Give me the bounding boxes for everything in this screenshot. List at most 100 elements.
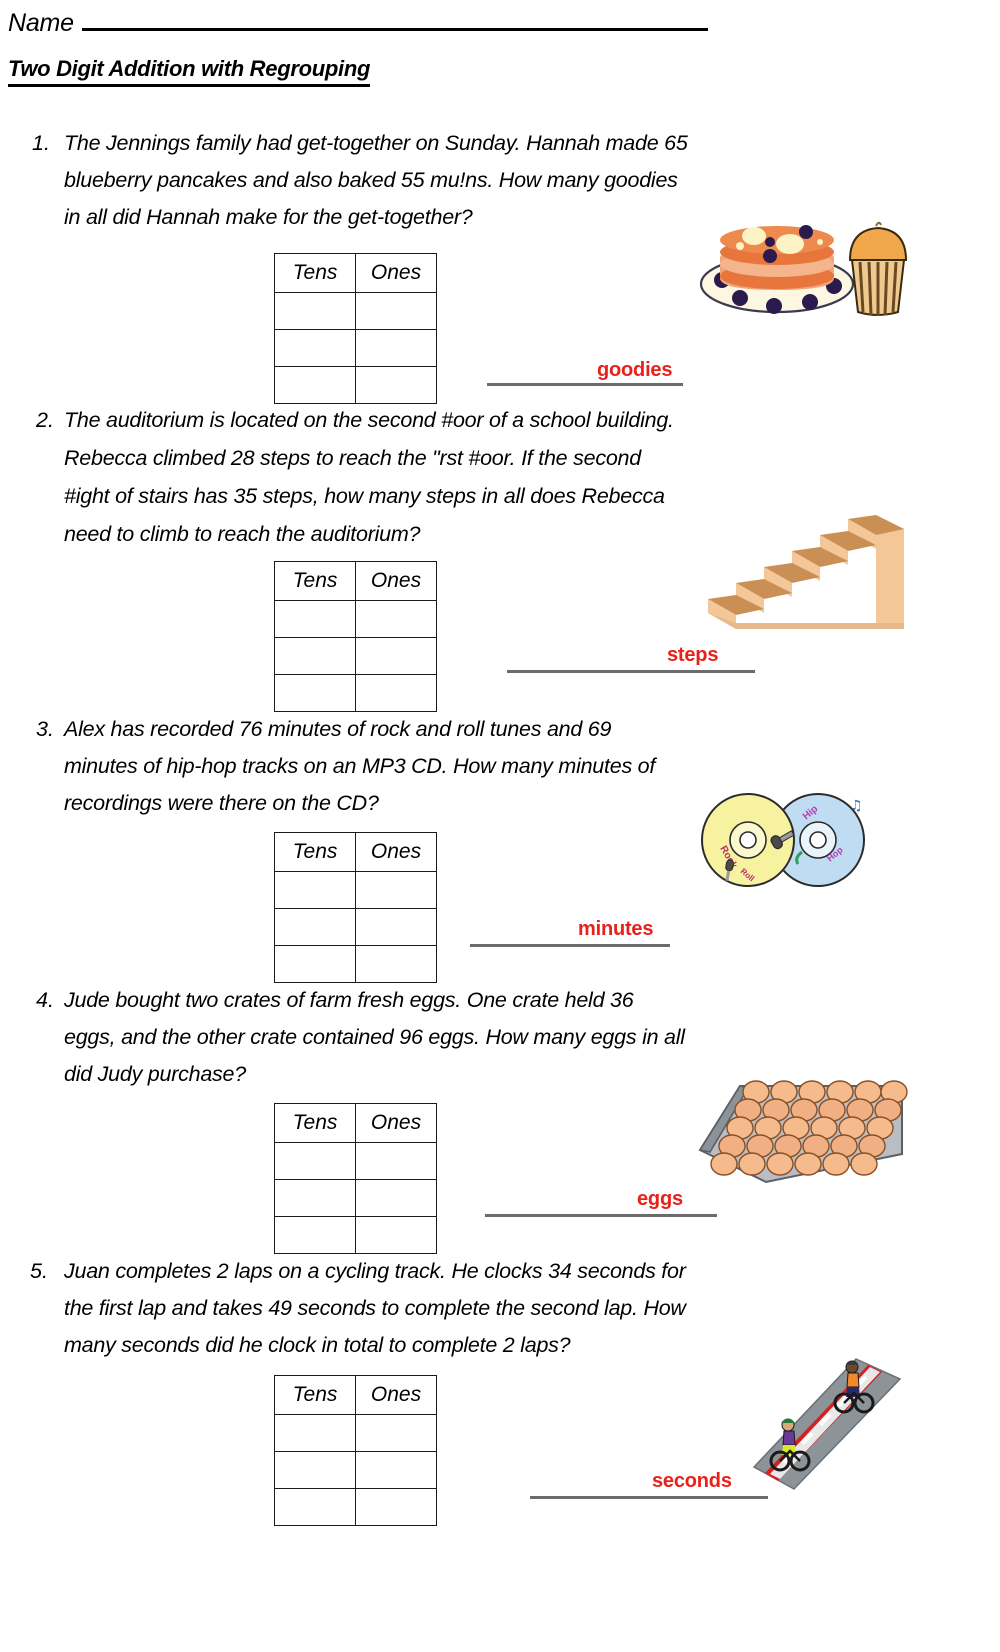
answer-rule[interactable] — [530, 1496, 768, 1499]
problem-5-line-1: Juan completes 2 laps on a cycling track… — [64, 1259, 686, 1283]
table-row[interactable] — [274, 1414, 437, 1452]
answer-blank-2[interactable]: steps — [507, 644, 755, 673]
ones-cell[interactable] — [355, 366, 437, 404]
ones-cell[interactable] — [355, 1216, 437, 1254]
table-row[interactable] — [274, 600, 437, 638]
answer-blank-5[interactable]: seconds — [530, 1470, 768, 1499]
tens-cell[interactable] — [274, 674, 356, 712]
table-row[interactable] — [274, 1142, 437, 1180]
ones-header: Ones — [355, 1103, 437, 1143]
page-title: Two Digit Addition with Regrouping — [8, 56, 370, 87]
table-header-row: Tens Ones — [274, 1375, 437, 1415]
tens-cell[interactable] — [274, 366, 356, 404]
tens-cell[interactable] — [274, 1142, 356, 1180]
stairs-clipart — [698, 505, 910, 637]
problem-1-line-1: The Jennings family had get-together on … — [64, 131, 688, 155]
tens-header: Tens — [274, 561, 356, 601]
cds-clipart: Hip Hop ♫ Rock Roll — [690, 790, 876, 888]
table-row[interactable] — [274, 945, 437, 983]
place-value-table-4[interactable]: Tens Ones — [274, 1103, 437, 1254]
cyclists-track-clipart — [748, 1355, 904, 1505]
tens-header: Tens — [274, 1375, 356, 1415]
unit-label-steps: steps — [667, 644, 719, 666]
ones-cell[interactable] — [355, 329, 437, 367]
ones-cell[interactable] — [355, 908, 437, 946]
table-header-row: Tens Ones — [274, 832, 437, 872]
ones-cell[interactable] — [355, 1451, 437, 1489]
ones-cell[interactable] — [355, 292, 437, 330]
ones-cell[interactable] — [355, 600, 437, 638]
answer-blank-4[interactable]: eggs — [485, 1188, 717, 1217]
problem-4-line-3: did Judy purchase? — [64, 1062, 246, 1086]
ones-cell[interactable] — [355, 945, 437, 983]
problem-5-line-2: the first lap and takes 49 seconds to co… — [64, 1296, 686, 1320]
problem-3-line-2: minutes of hip-hop tracks on an MP3 CD. … — [64, 754, 656, 778]
unit-label-goodies: goodies — [597, 359, 673, 381]
table-row[interactable] — [274, 1488, 437, 1526]
tens-cell[interactable] — [274, 292, 356, 330]
table-row[interactable] — [274, 1451, 437, 1489]
problem-5-number: 5. — [30, 1259, 48, 1283]
table-row[interactable] — [274, 329, 437, 367]
problem-3-line-3: recordings were there on the CD? — [64, 791, 379, 815]
ones-header: Ones — [355, 253, 437, 293]
answer-rule[interactable] — [470, 944, 670, 947]
place-value-table-2[interactable]: Tens Ones — [274, 561, 437, 712]
svg-text:♫: ♫ — [850, 798, 863, 814]
table-row[interactable] — [274, 637, 437, 675]
tens-header: Tens — [274, 253, 356, 293]
place-value-table-5[interactable]: Tens Ones — [274, 1375, 437, 1526]
table-row[interactable] — [274, 1179, 437, 1217]
tens-header: Tens — [274, 1103, 356, 1143]
tens-cell[interactable] — [274, 1414, 356, 1452]
tens-cell[interactable] — [274, 871, 356, 909]
problem-2-line-2: Rebecca climbed 28 steps to reach the "r… — [64, 446, 641, 470]
ones-cell[interactable] — [355, 1142, 437, 1180]
problem-2-line-3: #ight of stairs has 35 steps, how many s… — [64, 484, 665, 508]
table-header-row: Tens Ones — [274, 253, 437, 293]
unit-label-eggs: eggs — [637, 1188, 683, 1210]
tens-cell[interactable] — [274, 329, 356, 367]
name-row: Name — [8, 8, 708, 38]
table-header-row: Tens Ones — [274, 561, 437, 601]
table-row[interactable] — [274, 366, 437, 404]
tens-cell[interactable] — [274, 637, 356, 675]
tens-cell[interactable] — [274, 1179, 356, 1217]
problem-1-line-2: blueberry pancakes and also baked 55 mu!… — [64, 168, 678, 192]
worksheet-page: Name Two Digit Addition with Regrouping … — [0, 0, 1000, 1652]
tens-cell[interactable] — [274, 600, 356, 638]
table-row[interactable] — [274, 292, 437, 330]
ones-cell[interactable] — [355, 1414, 437, 1452]
ones-cell[interactable] — [355, 1488, 437, 1526]
name-blank-line[interactable] — [81, 8, 708, 31]
problem-3-number: 3. — [36, 717, 54, 741]
table-row[interactable] — [274, 871, 437, 909]
unit-label-seconds: seconds — [652, 1470, 732, 1492]
answer-rule[interactable] — [487, 383, 683, 386]
tens-cell[interactable] — [274, 1488, 356, 1526]
table-row[interactable] — [274, 674, 437, 712]
problem-1-line-3: in all did Hannah make for the get-toget… — [64, 205, 473, 229]
tens-cell[interactable] — [274, 1451, 356, 1489]
problem-3-line-1: Alex has recorded 76 minutes of rock and… — [64, 717, 612, 741]
place-value-table-1[interactable]: Tens Ones — [274, 253, 437, 404]
table-header-row: Tens Ones — [274, 1103, 437, 1143]
tens-header: Tens — [274, 832, 356, 872]
tens-cell[interactable] — [274, 1216, 356, 1254]
ones-cell[interactable] — [355, 674, 437, 712]
answer-rule[interactable] — [507, 670, 755, 673]
ones-cell[interactable] — [355, 637, 437, 675]
egg-tray-clipart — [694, 1058, 908, 1186]
answer-rule[interactable] — [485, 1214, 717, 1217]
table-row[interactable] — [274, 908, 437, 946]
ones-cell[interactable] — [355, 1179, 437, 1217]
ones-header: Ones — [355, 832, 437, 872]
tens-cell[interactable] — [274, 945, 356, 983]
place-value-table-3[interactable]: Tens Ones — [274, 832, 437, 983]
ones-cell[interactable] — [355, 871, 437, 909]
answer-blank-3[interactable]: minutes — [470, 918, 670, 947]
tens-cell[interactable] — [274, 908, 356, 946]
table-row[interactable] — [274, 1216, 437, 1254]
answer-blank-1[interactable]: goodies — [487, 359, 683, 386]
ones-header: Ones — [355, 1375, 437, 1415]
